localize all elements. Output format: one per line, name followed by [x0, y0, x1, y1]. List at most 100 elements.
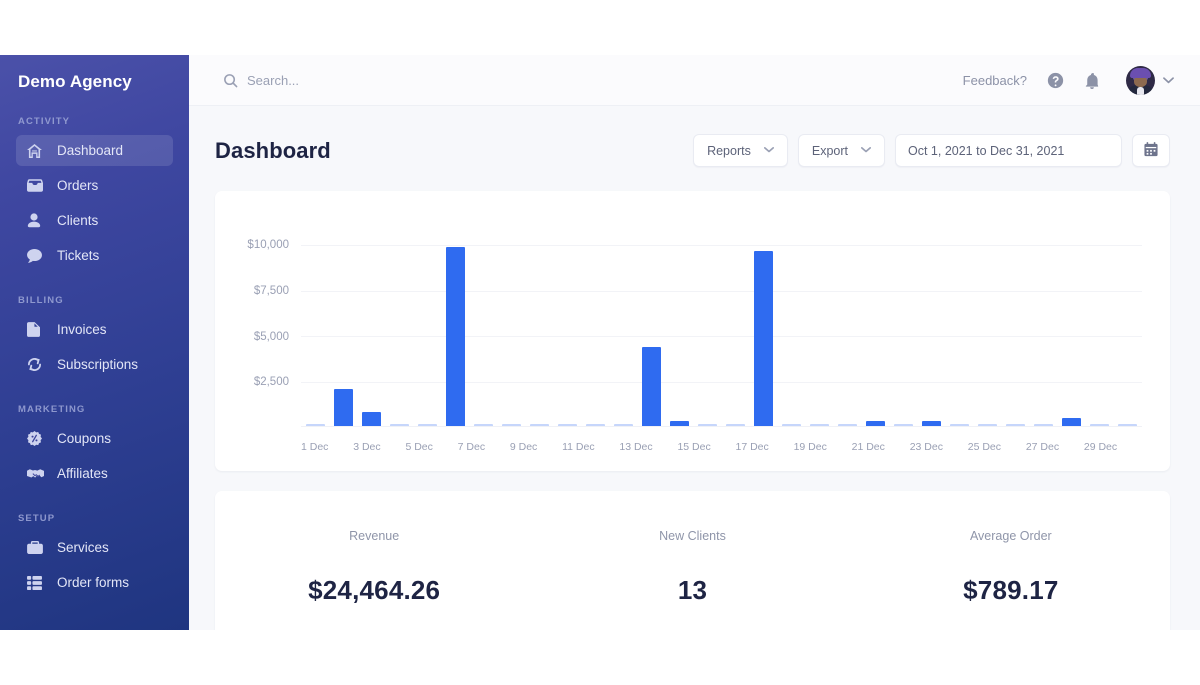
sidebar-item-tickets[interactable]: Tickets	[16, 240, 173, 271]
export-button[interactable]: Export	[798, 134, 885, 167]
chart-y-tick-label: $7,500	[254, 285, 289, 297]
badge-percent-icon	[27, 431, 47, 447]
chart-bar-slot[interactable]	[1002, 227, 1030, 427]
chart-bar-slot[interactable]	[581, 227, 609, 427]
chart-bar[interactable]	[754, 251, 773, 427]
chart-x-tick-label	[485, 441, 510, 453]
sidebar-item-label: Order forms	[57, 575, 129, 590]
sidebar-item-subscriptions[interactable]: Subscriptions	[16, 349, 173, 380]
chart-bar[interactable]	[642, 347, 661, 427]
chart-bar-slot[interactable]	[778, 227, 806, 427]
chart-x-tick-label: 27 Dec	[1026, 441, 1059, 453]
chart-bar-slot[interactable]	[721, 227, 749, 427]
chart-bar-slot[interactable]	[862, 227, 890, 427]
date-range-value: Oct 1, 2021 to Dec 31, 2021	[908, 144, 1064, 158]
chart-x-tick-label	[381, 441, 406, 453]
bar-chart: $10,000$7,500$5,000$2,500 1 Dec3 Dec5 De…	[233, 213, 1152, 463]
question-circle-icon[interactable]	[1047, 72, 1064, 89]
chart-bar-slot[interactable]	[1086, 227, 1114, 427]
chart-x-tick-label	[1059, 441, 1084, 453]
chart-bar-slot[interactable]	[357, 227, 385, 427]
revenue-chart-card: $10,000$7,500$5,000$2,500 1 Dec3 Dec5 De…	[215, 191, 1170, 471]
chart-x-tick-label: 5 Dec	[405, 441, 432, 453]
chart-bar-slot[interactable]	[385, 227, 413, 427]
calendar-button[interactable]	[1132, 134, 1170, 167]
reports-button[interactable]: Reports	[693, 134, 788, 167]
chart-bar-slot[interactable]	[469, 227, 497, 427]
chart-bar-slot[interactable]	[553, 227, 581, 427]
topbar-actions: Feedback?	[963, 66, 1174, 95]
chart-x-tick-label	[1001, 441, 1026, 453]
search-input[interactable]	[247, 73, 567, 88]
chart-bar[interactable]	[362, 412, 381, 427]
chart-bar-slot[interactable]	[693, 227, 721, 427]
stat-revenue: Revenue$24,464.26	[215, 491, 533, 630]
chart-x-tick-label	[711, 441, 736, 453]
chart-bar-slot[interactable]	[525, 227, 553, 427]
sidebar-item-affiliates[interactable]: Affiliates	[16, 458, 173, 489]
chart-bar[interactable]	[334, 389, 353, 427]
sidebar-item-coupons[interactable]: Coupons	[16, 423, 173, 454]
chart-bar-slot[interactable]	[609, 227, 637, 427]
home-icon	[27, 143, 47, 159]
bell-icon[interactable]	[1084, 72, 1100, 89]
chart-x-tick-label: 23 Dec	[910, 441, 943, 453]
sidebar-item-label: Invoices	[57, 322, 107, 337]
chart-bar-slot[interactable]	[890, 227, 918, 427]
chart-bar-slot[interactable]	[918, 227, 946, 427]
stat-new-clients: New Clients 13	[533, 491, 851, 630]
topbar: Feedback?	[189, 55, 1200, 106]
sidebar-item-label: Services	[57, 540, 109, 555]
chart-x-tick-label: 3 Dec	[353, 441, 380, 453]
chart-bar-slot[interactable]	[637, 227, 665, 427]
chart-y-tick-label: $5,000	[254, 331, 289, 343]
chart-bar-slot[interactable]	[665, 227, 693, 427]
refresh-icon	[27, 357, 47, 373]
chart-bar-slot[interactable]	[974, 227, 1002, 427]
chart-plot-area: $10,000$7,500$5,000$2,500 1 Dec3 Dec5 De…	[301, 227, 1142, 427]
chart-bar-slot[interactable]	[413, 227, 441, 427]
chart-bar-slot[interactable]	[497, 227, 525, 427]
sidebar-item-label: Affiliates	[57, 466, 108, 481]
sidebar-item-orders[interactable]: Orders	[16, 170, 173, 201]
sidebar-item-clients[interactable]: Clients	[16, 205, 173, 236]
user-icon	[27, 213, 47, 229]
chart-y-tick-label: $10,000	[247, 239, 289, 251]
sidebar-item-label: Clients	[57, 213, 98, 228]
chart-x-tick-label	[1117, 441, 1142, 453]
chart-bar-slot[interactable]	[1114, 227, 1142, 427]
stat-average-order: Average Order$789.17	[852, 491, 1170, 630]
stat-label: New Clients	[659, 529, 726, 543]
sidebar-item-label: Dashboard	[57, 143, 123, 158]
sidebar-item-services[interactable]: Services	[16, 532, 173, 563]
chart-bar-slot[interactable]	[750, 227, 778, 427]
chart-bar-slot[interactable]	[834, 227, 862, 427]
chart-bar-slot[interactable]	[301, 227, 329, 427]
stat-value: $24,464.26	[308, 575, 440, 606]
chart-bar-slot[interactable]	[1058, 227, 1086, 427]
brand-title: Demo Agency	[0, 55, 189, 92]
chart-bar-slot[interactable]	[806, 227, 834, 427]
chevron-down-icon	[861, 146, 871, 155]
page-title: Dashboard	[215, 138, 331, 164]
chart-x-tick-label: 7 Dec	[458, 441, 485, 453]
chart-bar-slot[interactable]	[1030, 227, 1058, 427]
sidebar: Demo Agency ACTIVITYDashboardOrdersClien…	[0, 55, 189, 630]
chart-bar-slot[interactable]	[441, 227, 469, 427]
chart-bar-slot[interactable]	[329, 227, 357, 427]
feedback-link[interactable]: Feedback?	[963, 73, 1027, 88]
date-range-field[interactable]: Oct 1, 2021 to Dec 31, 2021	[895, 134, 1122, 167]
stat-value: 13	[678, 575, 707, 606]
chart-x-tick-label	[943, 441, 968, 453]
sidebar-item-invoices[interactable]: Invoices	[16, 314, 173, 345]
chart-bar-slot[interactable]	[946, 227, 974, 427]
app-root: Demo Agency ACTIVITYDashboardOrdersClien…	[0, 0, 1200, 685]
page-header-controls: Reports Export Oct 1, 2021 to Dec 31, 20…	[693, 134, 1170, 167]
sidebar-item-order-forms[interactable]: Order forms	[16, 567, 173, 598]
chart-x-axis-labels: 1 Dec3 Dec5 Dec7 Dec9 Dec11 Dec13 Dec15 …	[301, 441, 1142, 453]
search-box[interactable]	[223, 73, 963, 88]
user-menu[interactable]	[1126, 66, 1174, 95]
chart-bar[interactable]	[446, 247, 465, 427]
sidebar-item-dashboard[interactable]: Dashboard	[16, 135, 173, 166]
chart-x-tick-label	[885, 441, 910, 453]
